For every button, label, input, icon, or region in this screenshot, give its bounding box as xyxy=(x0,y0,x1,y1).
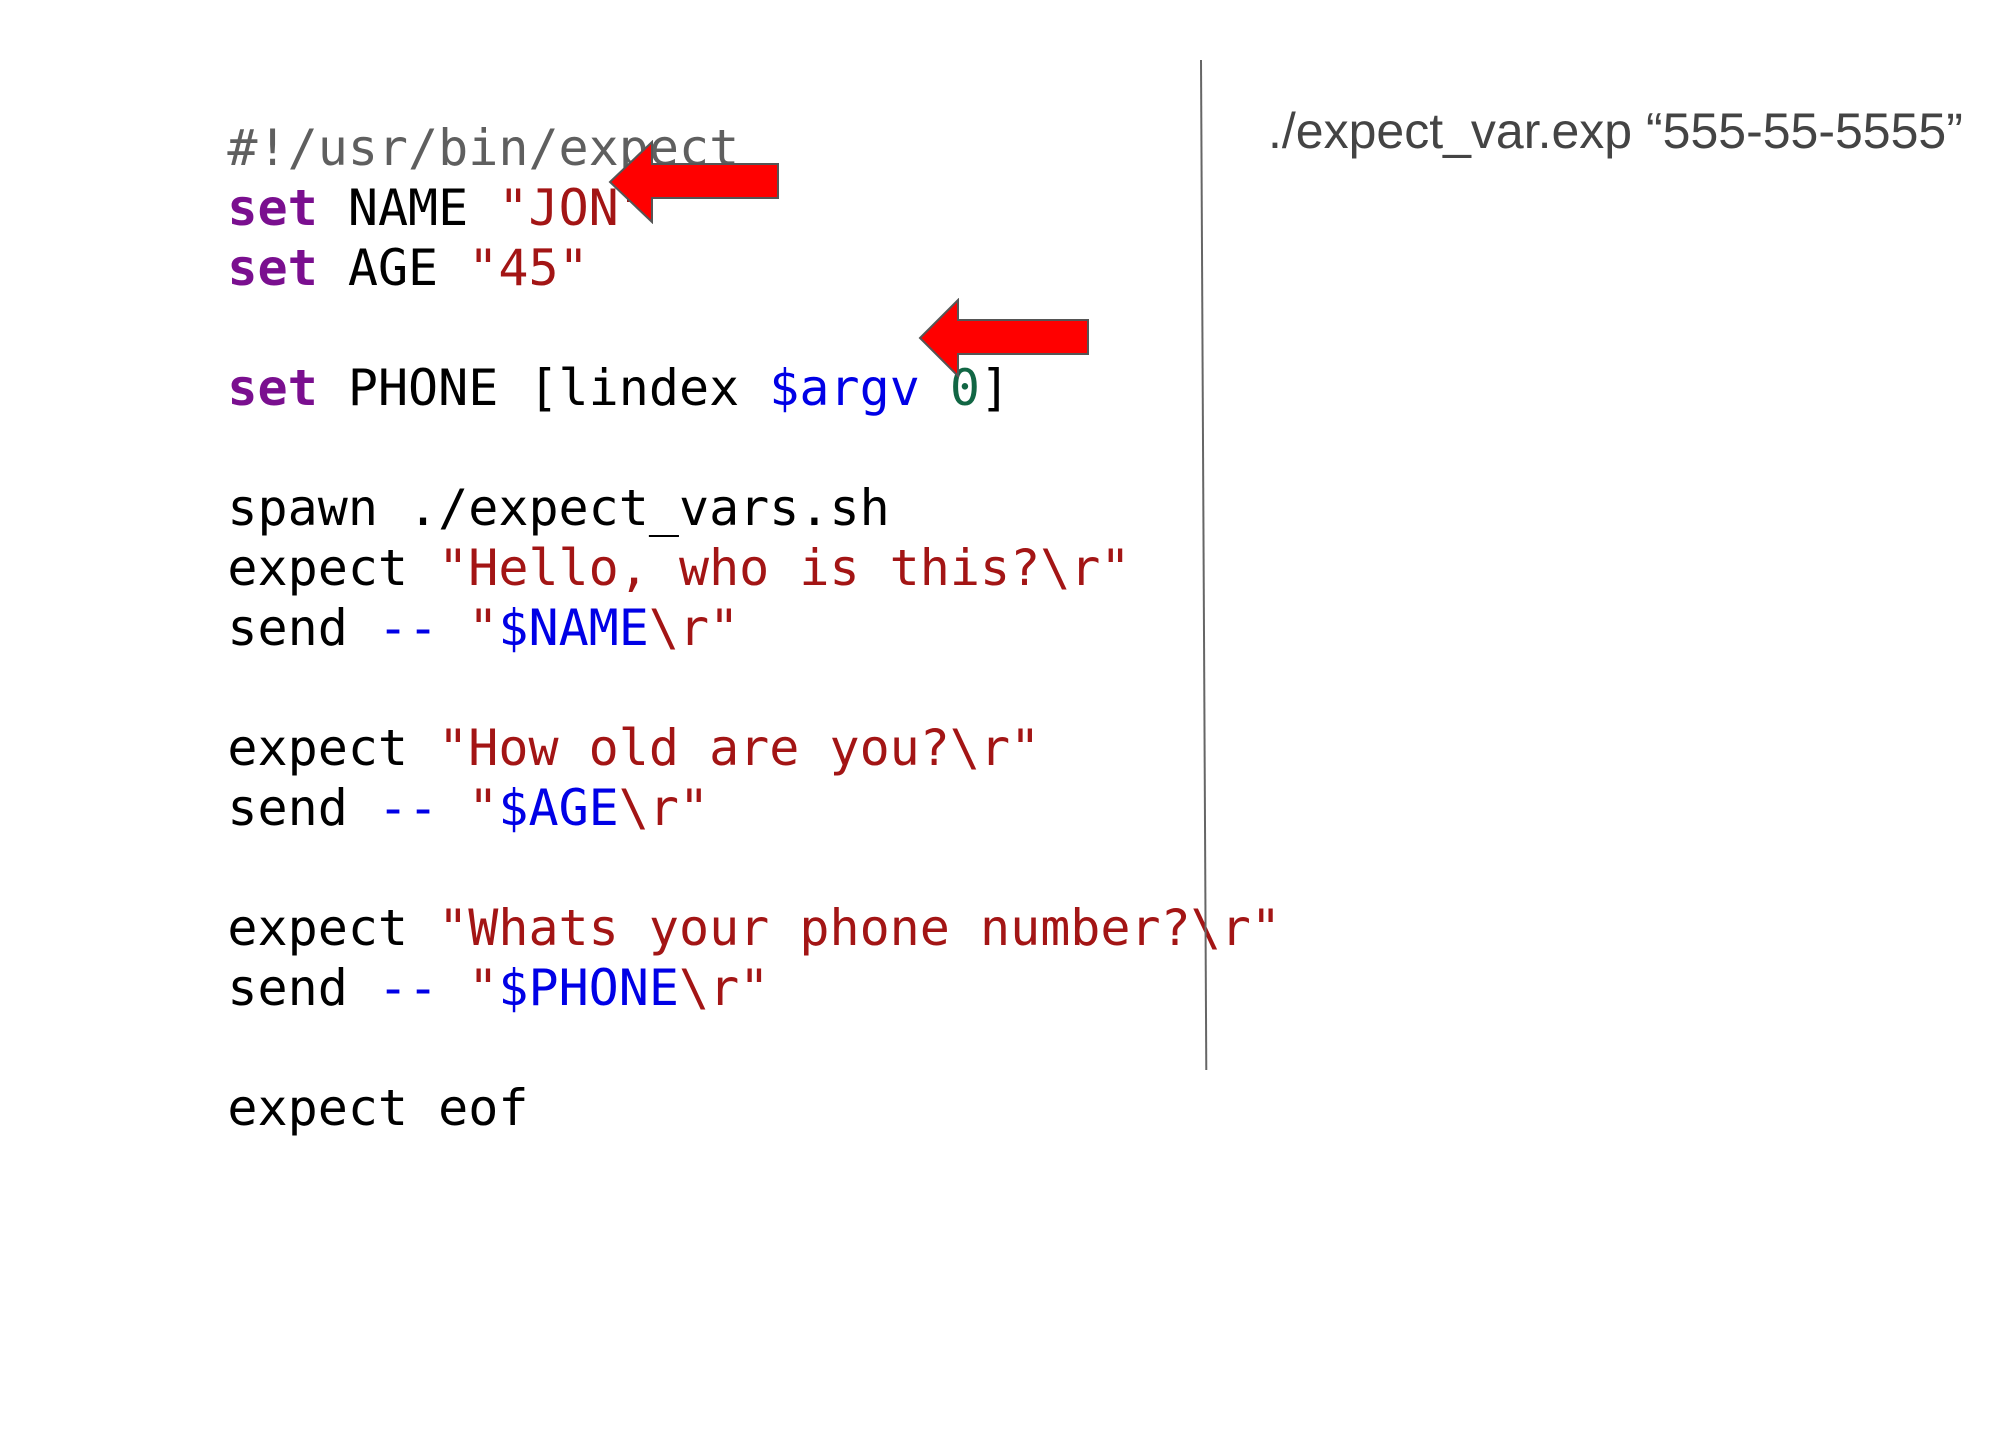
code-line-set-name: set NAME "JON" xyxy=(107,118,648,237)
code-line-expect-hello: expect "Hello, who is this?\r" xyxy=(107,478,1130,597)
set-keyword: set xyxy=(227,239,318,297)
code-line-send-name: send -- "$NAME\r" xyxy=(227,599,740,657)
code-block: #!/usr/bin/expect set NAME "JON" set AGE… xyxy=(107,58,1281,1450)
left-arrow-icon xyxy=(608,140,779,224)
code-line-spawn: spawn ./expect_vars.sh xyxy=(107,418,889,537)
argv-variable: $argv xyxy=(769,359,920,417)
double-dash-operator: -- xyxy=(377,779,439,837)
phone-variable: $PHONE xyxy=(498,959,679,1017)
variable-name: AGE xyxy=(317,239,469,297)
set-keyword: set xyxy=(227,359,318,417)
code-line-expect-eof: expect eof xyxy=(107,1018,528,1137)
left-arrow-icon xyxy=(918,298,1089,378)
double-dash-operator: -- xyxy=(377,959,439,1017)
send-command: send xyxy=(227,779,378,837)
code-line-expect-age: expect "How old are you?\r" xyxy=(107,658,1040,777)
send-command: send xyxy=(227,599,378,657)
run-command-text: ./expect_var.exp “555-55-5555” xyxy=(1268,103,1963,159)
code-line-send-phone: send -- "$PHONE\r" xyxy=(227,959,770,1017)
send-command: send xyxy=(227,959,378,1017)
code-line-set-phone: set PHONE [lindex $argv 0] xyxy=(107,298,1010,417)
string-literal: "45" xyxy=(468,239,589,297)
name-variable: $NAME xyxy=(498,599,649,657)
expect-eof-command: expect eof xyxy=(227,1079,529,1137)
double-dash-operator: -- xyxy=(377,599,439,657)
code-line-expect-phone: expect "Whats your phone number?\r" xyxy=(107,838,1281,957)
code-line-send-age: send -- "$AGE\r" xyxy=(227,779,710,837)
code-line-set-age: set AGE "45" xyxy=(107,178,588,297)
variable-name: PHONE [lindex xyxy=(317,359,770,417)
code-line-shebang: #!/usr/bin/expect xyxy=(107,58,739,177)
age-variable: $AGE xyxy=(498,779,619,837)
